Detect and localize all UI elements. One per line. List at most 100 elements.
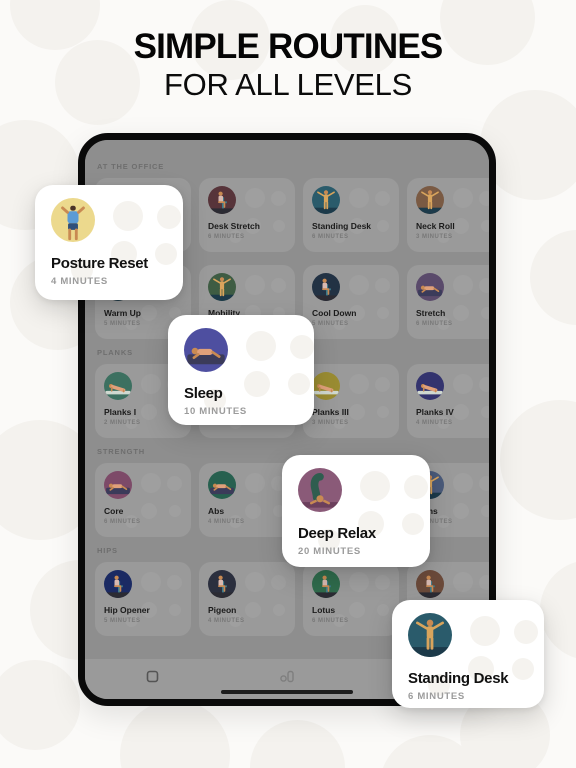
card-dot bbox=[375, 278, 390, 293]
routine-avatar-icon bbox=[312, 570, 340, 598]
routine-title: Posture Reset bbox=[51, 255, 148, 272]
card-dot bbox=[167, 575, 182, 590]
card-dot bbox=[404, 475, 428, 499]
routine-card[interactable]: Desk Stretch 6 MINUTES bbox=[199, 178, 295, 252]
card-dot bbox=[245, 188, 265, 208]
routine-duration: 6 MINUTES bbox=[312, 618, 349, 624]
routine-title: Desk Stretch bbox=[208, 221, 260, 231]
routine-card[interactable]: Neck Roll 3 MINUTES bbox=[407, 178, 489, 252]
square-icon[interactable] bbox=[146, 670, 159, 688]
card-dot bbox=[479, 476, 489, 491]
card-dot bbox=[245, 275, 265, 295]
routine-title: Neck Roll bbox=[416, 221, 455, 231]
routine-duration: 3 MINUTES bbox=[312, 420, 349, 426]
routine-title: Core bbox=[104, 506, 124, 516]
routine-title: Deep Relax bbox=[298, 525, 376, 542]
routine-avatar-icon bbox=[208, 273, 236, 301]
routine-card[interactable]: Lotus 6 MINUTES bbox=[303, 562, 399, 636]
routine-avatar-icon bbox=[416, 372, 444, 400]
card-dot bbox=[360, 471, 390, 501]
card-dot bbox=[453, 374, 473, 394]
bar-chart-icon[interactable] bbox=[279, 670, 295, 688]
background-circle bbox=[120, 700, 230, 768]
card-dot bbox=[375, 575, 390, 590]
routine-title: Standing Desk bbox=[408, 670, 509, 687]
routine-card[interactable]: Planks IV 4 MINUTES bbox=[407, 364, 489, 438]
card-dot bbox=[245, 572, 265, 592]
routine-avatar-icon bbox=[51, 198, 95, 242]
routine-duration: 6 MINUTES bbox=[416, 321, 453, 327]
routine-duration: 6 MINUTES bbox=[408, 691, 465, 702]
routine-title: Standing Desk bbox=[312, 221, 372, 231]
card-dot bbox=[349, 275, 369, 295]
card-dot bbox=[157, 205, 181, 229]
card-dot bbox=[245, 473, 265, 493]
routine-duration: 6 MINUTES bbox=[104, 519, 141, 525]
card-dot bbox=[349, 374, 369, 394]
routine-card[interactable]: Cool Down 5 MINUTES bbox=[303, 265, 399, 339]
routine-avatar-icon bbox=[104, 471, 132, 499]
section-label: AT THE OFFICE bbox=[97, 162, 165, 171]
routine-duration: 4 MINUTES bbox=[51, 276, 108, 287]
card-dot bbox=[375, 377, 390, 392]
routine-duration: 4 MINUTES bbox=[208, 618, 245, 624]
routine-card[interactable]: Core 6 MINUTES bbox=[95, 463, 191, 537]
routine-card[interactable]: Stretch 6 MINUTES bbox=[407, 265, 489, 339]
routine-avatar-icon bbox=[208, 471, 236, 499]
card-dot bbox=[453, 188, 473, 208]
card-dot bbox=[479, 575, 489, 590]
routine-card[interactable]: Planks III 3 MINUTES bbox=[303, 364, 399, 438]
routine-title: Lotus bbox=[312, 605, 336, 615]
routine-duration: 6 MINUTES bbox=[208, 234, 245, 240]
routine-avatar-icon bbox=[298, 468, 342, 512]
section-label: STRENGTH bbox=[97, 447, 146, 456]
routine-avatar-icon bbox=[408, 613, 452, 657]
routine-avatar-icon bbox=[416, 570, 444, 598]
card-dot bbox=[479, 191, 489, 206]
card-dot bbox=[271, 575, 286, 590]
routine-title: Planks III bbox=[312, 407, 349, 417]
routine-title: Cool Down bbox=[312, 308, 357, 318]
card-dot bbox=[271, 278, 286, 293]
headline-line-2: FOR ALL LEVELS bbox=[164, 66, 412, 102]
card-dot bbox=[470, 616, 500, 646]
routine-avatar-icon bbox=[312, 273, 340, 301]
card-dot bbox=[514, 620, 538, 644]
background-circle bbox=[500, 400, 576, 520]
routine-card[interactable]: Pigeon 4 MINUTES bbox=[199, 562, 295, 636]
card-dot bbox=[453, 473, 473, 493]
routine-duration: 5 MINUTES bbox=[104, 618, 141, 624]
floating-routine-card[interactable]: Deep Relax 20 MINUTES bbox=[282, 455, 430, 567]
background-circle bbox=[540, 560, 576, 660]
routine-avatar-icon bbox=[312, 186, 340, 214]
routine-avatar-icon bbox=[416, 273, 444, 301]
card-dot bbox=[271, 191, 286, 206]
routine-title: Sleep bbox=[184, 385, 223, 402]
floating-routine-card[interactable]: Sleep 10 MINUTES bbox=[168, 315, 314, 425]
routine-duration: 3 MINUTES bbox=[416, 234, 453, 240]
routine-avatar-icon bbox=[208, 570, 236, 598]
floating-routine-card[interactable]: Standing Desk 6 MINUTES bbox=[392, 600, 544, 708]
card-dot bbox=[349, 572, 369, 592]
card-dot bbox=[290, 335, 314, 359]
card-dot bbox=[453, 572, 473, 592]
card-dot bbox=[141, 374, 161, 394]
routine-duration: 10 MINUTES bbox=[184, 406, 247, 417]
routine-title: Stretch bbox=[416, 308, 446, 318]
card-dot bbox=[246, 331, 276, 361]
card-dot bbox=[479, 377, 489, 392]
routine-title: Hip Opener bbox=[104, 605, 150, 615]
background-circle bbox=[530, 230, 576, 325]
floating-routine-card[interactable]: Posture Reset 4 MINUTES bbox=[35, 185, 183, 300]
routine-card[interactable]: Hip Opener 5 MINUTES bbox=[95, 562, 191, 636]
page-title: SIMPLE ROUTINES FOR ALL LEVELS bbox=[0, 28, 576, 104]
routine-duration: 20 MINUTES bbox=[298, 546, 361, 557]
routine-avatar-icon bbox=[104, 570, 132, 598]
routine-title: Pigeon bbox=[208, 605, 237, 615]
routine-duration: 5 MINUTES bbox=[312, 321, 349, 327]
routine-card[interactable]: Standing Desk 6 MINUTES bbox=[303, 178, 399, 252]
routine-avatar-icon bbox=[208, 186, 236, 214]
routine-title: Planks IV bbox=[416, 407, 454, 417]
routine-avatar-icon bbox=[184, 328, 228, 372]
routine-card[interactable]: Abs 4 MINUTES bbox=[199, 463, 295, 537]
